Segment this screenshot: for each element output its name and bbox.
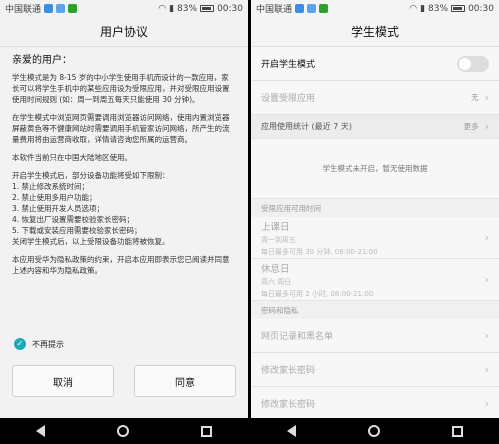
agreement-paragraph: 开启学生模式后，部分设备功能将受如下限制： 1. 禁止修改系统时间； 2. 禁止… <box>12 171 170 246</box>
check-icon: ✓ <box>14 338 26 350</box>
wifi-icon: ◠ <box>158 3 167 14</box>
battery-percent: 83% <box>177 3 198 14</box>
recent-apps-icon[interactable] <box>201 425 212 437</box>
restricted-apps-value: 无 <box>471 93 479 102</box>
home-icon[interactable] <box>368 425 380 437</box>
restday-title: 休息日 <box>261 263 290 275</box>
agreement-paragraph: 本软件当前只在中国大陆地区使用。 <box>12 153 132 162</box>
home-icon[interactable] <box>117 425 129 437</box>
page-title: 用户协议 <box>0 17 248 47</box>
change-password-row-2[interactable]: 修改家长密码 › <box>251 387 499 421</box>
chevron-right-icon: › <box>484 273 489 286</box>
status-bar: 中国联通 ◠ ▮ 83% 00:30 <box>251 0 499 17</box>
student-mode-switch[interactable] <box>457 55 489 72</box>
restricted-apps-label: 设置受限应用 <box>261 94 316 104</box>
web-history-label: 网页记录和黑名单 <box>261 332 334 342</box>
agreement-paragraph: 学生模式是为 8-15 岁的中小学生使用手机而设计的一款应用，家长可以将学生手机… <box>12 73 230 104</box>
agreement-paragraph: 在学生模式中浏览网页需要调用浏览器访问网络，使用内置浏览器屏蔽黄色等不健康网站时… <box>12 113 230 144</box>
dont-show-label: 不再提示 <box>32 339 64 349</box>
battery-icon <box>200 5 215 12</box>
restday-row[interactable]: 休息日 周六 周日 每日最多可用 2 小时, 08:00-21:00 › <box>251 259 499 301</box>
left-screen: 中国联通 ◠ ▮ 83% 00:30 用户协议 亲爱的用户： 学生模式是为 8-… <box>0 0 248 444</box>
usage-stats-label: 应用使用统计 (最近 7 天) <box>261 122 352 131</box>
change-password-row[interactable]: 修改家长密码 › <box>251 353 499 387</box>
signal-icon: ▮ <box>169 3 175 14</box>
app-notification-icon <box>295 4 305 13</box>
chevron-right-icon: › <box>484 231 489 244</box>
workday-title: 上课日 <box>261 221 290 233</box>
app-notification-icon <box>56 4 66 13</box>
wifi-icon: ◠ <box>409 3 418 14</box>
no-data-message: 学生模式未开启，暂无使用数据 <box>251 139 499 199</box>
chevron-right-icon: › <box>484 120 489 133</box>
page-title: 学生模式 <box>251 17 499 47</box>
workday-limit: 每日最多可用 30 分钟, 08:00-21:00 <box>261 247 378 256</box>
clock: 00:30 <box>217 3 243 14</box>
available-time-header: 受限应用可用时间 <box>251 199 499 217</box>
agreement-content[interactable]: 亲爱的用户： 学生模式是为 8-15 岁的中小学生使用手机而设计的一款应用，家长… <box>0 47 248 332</box>
change-password-label: 修改家长密码 <box>261 400 316 410</box>
navigation-bar <box>251 418 499 444</box>
agreement-paragraph: 本应用受华为隐私政策的约束，开启本应用即表示您已阅读并同意上述内容和华为隐私政策… <box>12 255 230 275</box>
restday-limit: 每日最多可用 2 小时, 08:00-21:00 <box>261 289 374 298</box>
enable-label: 开启学生模式 <box>261 60 316 70</box>
more-label: 更多 <box>463 122 479 131</box>
usage-stats-row[interactable]: 应用使用统计 (最近 7 天) 更多 › <box>251 115 499 139</box>
back-icon[interactable] <box>36 425 45 437</box>
chevron-right-icon: › <box>484 91 489 104</box>
carrier-label: 中国联通 <box>256 5 293 15</box>
restday-days: 周六 周日 <box>261 277 292 286</box>
web-history-row[interactable]: 网页记录和黑名单 › <box>251 319 499 353</box>
clock: 00:30 <box>468 3 494 14</box>
navigation-bar <box>0 418 248 444</box>
app-notification-icon <box>68 4 78 13</box>
recent-apps-icon[interactable] <box>452 425 463 437</box>
back-icon[interactable] <box>287 425 296 437</box>
dialog-buttons: 取消 同意 <box>12 365 236 397</box>
carrier-label: 中国联通 <box>5 5 42 15</box>
workday-days: 周一到周五 <box>261 235 296 244</box>
change-password-label: 修改家长密码 <box>261 366 316 376</box>
chevron-right-icon: › <box>484 329 489 342</box>
status-bar: 中国联通 ◠ ▮ 83% 00:30 <box>0 0 248 17</box>
right-screen: 中国联通 ◠ ▮ 83% 00:30 学生模式 开启学生模式 设置受限应用 无 ›… <box>251 0 499 444</box>
workday-row[interactable]: 上课日 周一到周五 每日最多可用 30 分钟, 08:00-21:00 › <box>251 217 499 259</box>
restricted-apps-row[interactable]: 设置受限应用 无 › <box>251 81 499 115</box>
cancel-button[interactable]: 取消 <box>12 365 114 397</box>
greeting: 亲爱的用户： <box>12 55 72 66</box>
battery-icon <box>451 5 466 12</box>
signal-icon: ▮ <box>420 3 426 14</box>
agree-button[interactable]: 同意 <box>134 365 236 397</box>
battery-percent: 83% <box>428 3 449 14</box>
student-mode-toggle-row[interactable]: 开启学生模式 <box>251 47 499 81</box>
app-notification-icon <box>44 4 54 13</box>
app-notification-icon <box>319 4 329 13</box>
app-notification-icon <box>307 4 317 13</box>
password-header: 密码和隐私 <box>251 301 499 319</box>
chevron-right-icon: › <box>484 397 489 410</box>
dont-show-again-checkbox[interactable]: ✓ 不再提示 <box>14 338 64 350</box>
chevron-right-icon: › <box>484 363 489 376</box>
